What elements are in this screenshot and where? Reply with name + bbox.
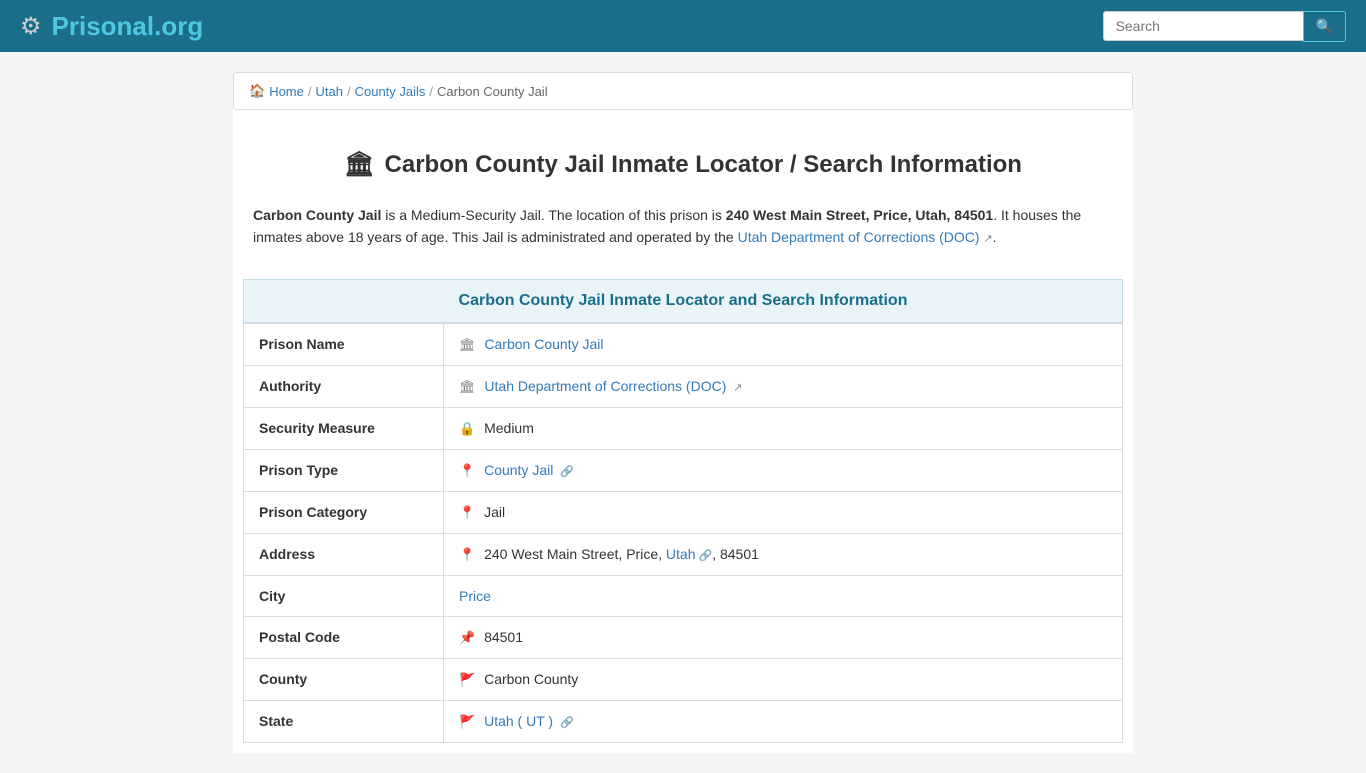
city-link[interactable]: Price [459,588,491,604]
county-icon: 🚩 [459,672,475,687]
row-value-authority: 🏛 Utah Department of Corrections (DOC) ↗ [444,365,1123,407]
row-label-postal-code: Postal Code [244,616,444,658]
section-header: Carbon County Jail Inmate Locator and Se… [243,279,1123,323]
desc-text3: . [993,229,997,245]
breadcrumb-county-jails-link[interactable]: County Jails [355,84,426,99]
row-label-county: County [244,658,444,700]
address-chain-icon: 🔗 [698,550,712,562]
main-content: 🏠 Home / Utah / County Jails / Carbon Co… [233,72,1133,753]
description: Carbon County Jail is a Medium-Security … [233,189,1133,269]
row-label-prison-category: Prison Category [244,491,444,533]
row-value-address: 📍 240 West Main Street, Price, Utah🔗, 84… [444,533,1123,575]
prison-name-icon: 🏛 [459,337,476,352]
row-value-city: Price [444,575,1123,616]
table-row: Address 📍 240 West Main Street, Price, U… [244,533,1123,575]
breadcrumb-current: Carbon County Jail [437,84,548,99]
site-header: ⚙ Prisonal.org 🔍 [0,0,1366,52]
ext-icon: ↗ [983,233,992,245]
table-row: State 🚩 Utah ( UT ) 🔗 [244,700,1123,742]
prison-category-icon: 📍 [459,505,475,520]
breadcrumb-sep-2: / [347,84,351,99]
security-icon: 🔒 [459,421,475,436]
row-value-prison-type: 📍 County Jail 🔗 [444,449,1123,491]
search-icon: 🔍 [1316,18,1333,34]
row-label-state: State [244,700,444,742]
site-logo[interactable]: ⚙ Prisonal.org [20,11,203,42]
title-jail-icon: 🏛 [344,150,374,179]
table-row: County 🚩 Carbon County [244,658,1123,700]
row-label-address: Address [244,533,444,575]
search-input[interactable] [1103,11,1303,41]
breadcrumb-home-link[interactable]: Home [269,84,304,99]
prison-name-link[interactable]: Carbon County Jail [484,336,603,352]
row-value-prison-category: 📍 Jail [444,491,1123,533]
table-row: Prison Category 📍 Jail [244,491,1123,533]
state-chain-icon: 🔗 [560,717,574,729]
postal-code-value: 84501 [484,629,523,645]
row-label-prison-name: Prison Name [244,323,444,365]
prison-type-link[interactable]: County Jail [484,462,553,478]
address-text-2: , 84501 [712,546,759,562]
address-bold: 240 West Main Street, Price, Utah, 84501 [726,207,993,223]
authority-icon: 🏛 [459,379,476,394]
search-area: 🔍 [1103,11,1346,42]
jail-name-bold: Carbon County Jail [253,207,381,223]
home-icon: 🏠 [249,83,265,99]
breadcrumb-sep-3: / [429,84,433,99]
logo-text: Prisonal.org [52,11,204,42]
doc-link[interactable]: Utah Department of Corrections (DOC) [738,229,980,245]
search-button[interactable]: 🔍 [1303,11,1346,42]
page-title: 🏛 Carbon County Jail Inmate Locator / Se… [253,150,1113,179]
state-icon: 🚩 [459,714,475,729]
page-title-section: 🏛 Carbon County Jail Inmate Locator / Se… [233,130,1133,189]
address-icon: 📍 [459,547,475,562]
logo-icon: ⚙ [20,12,42,41]
row-value-postal-code: 📌 84501 [444,616,1123,658]
breadcrumb-bar: 🏠 Home / Utah / County Jails / Carbon Co… [233,72,1133,110]
table-row: City Price [244,575,1123,616]
row-value-county: 🚩 Carbon County [444,658,1123,700]
row-label-security: Security Measure [244,407,444,449]
row-label-prison-type: Prison Type [244,449,444,491]
address-state-link[interactable]: Utah [666,546,696,562]
row-label-authority: Authority [244,365,444,407]
prison-type-chain-icon: 🔗 [560,466,574,478]
address-text-1: 240 West Main Street, Price, [484,546,666,562]
table-row: Security Measure 🔒 Medium [244,407,1123,449]
info-table: Prison Name 🏛 Carbon County Jail Authori… [243,323,1123,743]
info-section: Carbon County Jail Inmate Locator and Se… [233,269,1133,753]
desc-text1: is a Medium-Security Jail. The location … [381,207,725,223]
breadcrumb-sep-1: / [308,84,312,99]
postal-code-icon: 📌 [459,630,475,645]
prison-type-icon: 📍 [459,463,475,478]
table-row: Prison Name 🏛 Carbon County Jail [244,323,1123,365]
row-value-security: 🔒 Medium [444,407,1123,449]
state-link[interactable]: Utah ( UT ) [484,713,553,729]
authority-ext-icon: ↗ [733,382,742,394]
security-value: Medium [484,420,534,436]
authority-link[interactable]: Utah Department of Corrections (DOC) [484,378,726,394]
prison-category-value: Jail [484,504,505,520]
breadcrumb-utah-link[interactable]: Utah [316,84,343,99]
row-value-state: 🚩 Utah ( UT ) 🔗 [444,700,1123,742]
table-row: Prison Type 📍 County Jail 🔗 [244,449,1123,491]
table-row: Authority 🏛 Utah Department of Correctio… [244,365,1123,407]
row-label-city: City [244,575,444,616]
row-value-prison-name: 🏛 Carbon County Jail [444,323,1123,365]
breadcrumb: 🏠 Home / Utah / County Jails / Carbon Co… [249,83,1117,99]
table-row: Postal Code 📌 84501 [244,616,1123,658]
county-value: Carbon County [484,671,578,687]
